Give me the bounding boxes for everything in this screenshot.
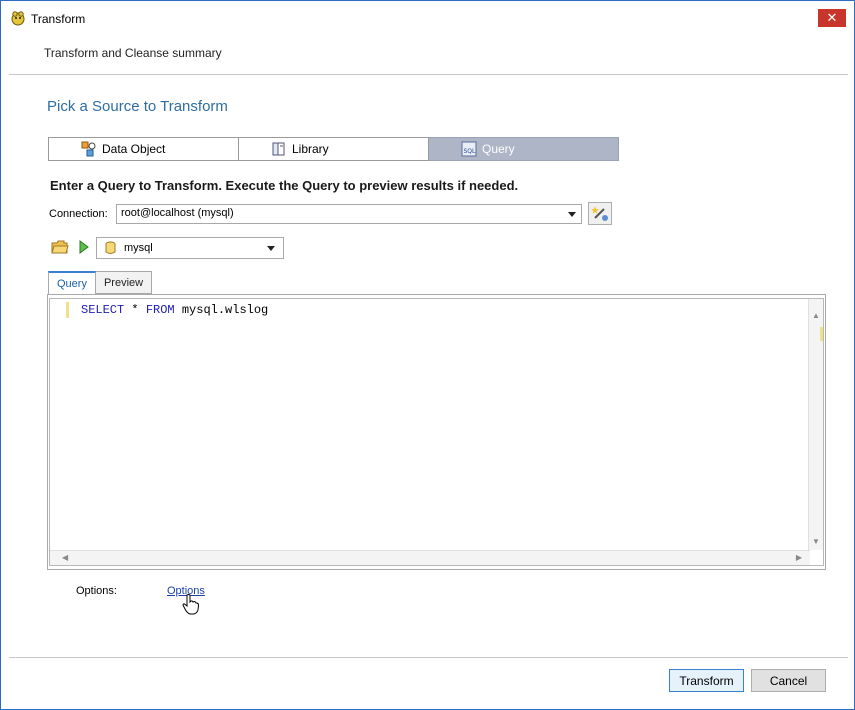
tab-editor-query[interactable]: Query (48, 271, 96, 295)
window-title: Transform (31, 12, 86, 26)
tab-library-label: Library (292, 142, 329, 156)
tab-query[interactable]: SQL Query (429, 137, 619, 161)
scroll-up-icon[interactable]: ▲ (812, 311, 820, 320)
tab-data-object-label: Data Object (102, 142, 166, 156)
line-marker (66, 302, 69, 318)
database-select[interactable]: mysql (96, 237, 284, 259)
header-divider (9, 74, 848, 75)
query-editor[interactable]: SELECT * FROM mysql.wlslog ▲ ▼ ◀ ▶ (49, 298, 824, 566)
cancel-button-label: Cancel (769, 673, 808, 688)
open-folder-icon[interactable] (51, 239, 69, 255)
app-icon (11, 11, 25, 26)
tab-editor-query-label: Query (57, 277, 87, 290)
transform-button-label: Transform (679, 673, 734, 688)
change-marker (820, 327, 823, 341)
database-value: mysql (124, 242, 153, 254)
horizontal-scrollbar[interactable]: ◀ ▶ (50, 550, 810, 565)
close-button[interactable]: ✕ (818, 9, 846, 27)
chevron-down-icon (267, 246, 275, 251)
library-icon (272, 142, 285, 156)
query-text[interactable]: SELECT * FROM mysql.wlslog (81, 303, 268, 317)
connection-wizard-button[interactable] (588, 202, 612, 225)
svg-text:SQL: SQL (464, 148, 477, 155)
tab-editor-preview[interactable]: Preview (95, 271, 153, 294)
connection-select[interactable]: root@localhost (mysql) (116, 204, 582, 224)
scroll-left-icon[interactable]: ◀ (62, 553, 68, 562)
summary-label: Transform and Cleanse summary (44, 46, 222, 60)
query-star: * (124, 303, 146, 317)
transform-button[interactable]: Transform (669, 669, 744, 692)
keyword-from: FROM (145, 303, 175, 317)
run-icon[interactable] (79, 240, 89, 254)
close-icon: ✕ (826, 10, 838, 25)
source-tabs: Data Object Library SQL Query (48, 137, 619, 161)
scroll-down-icon[interactable]: ▼ (812, 537, 820, 546)
query-table: mysql.wlslog (174, 303, 269, 317)
keyword-select: SELECT (81, 303, 125, 317)
editor-tabs: Query Preview (48, 271, 153, 295)
vertical-scrollbar[interactable]: ▲ ▼ (808, 299, 823, 550)
query-editor-panel: SELECT * FROM mysql.wlslog ▲ ▼ ◀ ▶ (47, 294, 826, 570)
tab-library[interactable]: Library (239, 137, 429, 161)
hand-cursor-icon (182, 594, 200, 615)
data-object-icon (81, 141, 96, 157)
tab-editor-preview-label: Preview (103, 276, 144, 289)
scroll-right-icon[interactable]: ▶ (796, 553, 802, 562)
sql-icon: SQL (461, 141, 477, 157)
chevron-down-icon (568, 212, 576, 217)
transform-dialog: Transform ✕ Transform and Cleanse summar… (0, 0, 855, 710)
footer-divider (9, 657, 848, 658)
title-bar: Transform ✕ (1, 1, 854, 34)
instruction-text: Enter a Query to Transform. Execute the … (50, 178, 519, 193)
page-title: Pick a Source to Transform (47, 98, 228, 115)
options-label: Options: (76, 585, 117, 597)
connection-value: root@localhost (mysql) (121, 207, 234, 219)
database-icon (105, 241, 116, 254)
tab-data-object[interactable]: Data Object (48, 137, 239, 161)
cancel-button[interactable]: Cancel (751, 669, 826, 692)
tab-query-label: Query (482, 142, 515, 156)
connection-label: Connection: (49, 208, 108, 220)
magic-wand-icon (591, 206, 608, 221)
